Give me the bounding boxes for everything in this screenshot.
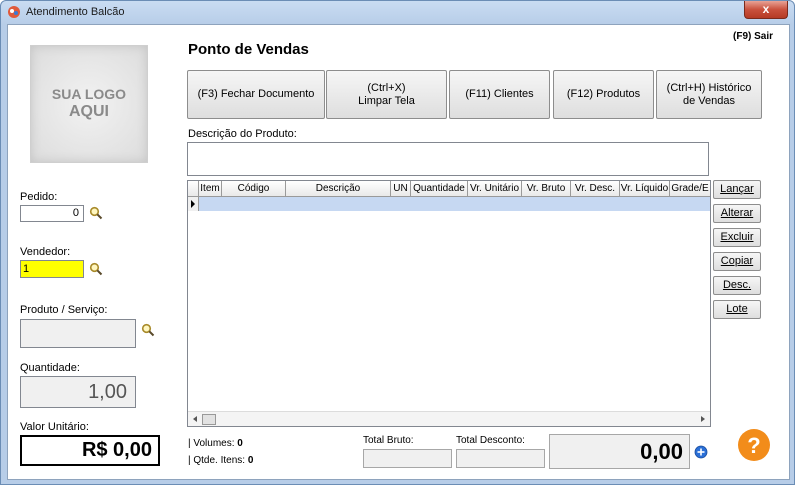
produtos-button[interactable]: (F12) Produtos [553, 70, 654, 119]
col-grade[interactable]: Grade/E [670, 181, 710, 196]
quantidade-field[interactable]: 1,00 [20, 376, 136, 408]
historico-label-2: de Vendas [683, 94, 735, 107]
grid-corner [188, 181, 199, 196]
col-descricao[interactable]: Descrição [286, 181, 391, 196]
vendedor-label: Vendedor: [20, 246, 71, 258]
total-desconto-label: Total Desconto: [456, 435, 525, 446]
col-un[interactable]: UN [391, 181, 411, 196]
valor-unitario-field[interactable]: R$ 0,00 [20, 435, 160, 466]
total-desconto-field[interactable] [456, 449, 545, 468]
lote-button[interactable]: Lote [713, 300, 761, 319]
grid-header: Item Código Descrição UN Quantidade Vr. … [188, 181, 710, 197]
desc-label: Desc. [722, 279, 752, 291]
total-bruto-label: Total Bruto: [363, 435, 414, 446]
lancar-label: Lançar [720, 183, 754, 195]
items-grid[interactable]: Item Código Descrição UN Quantidade Vr. … [187, 180, 711, 427]
close-button[interactable]: x [744, 1, 788, 19]
historico-vendas-button[interactable]: (Ctrl+H) Histórico de Vendas [656, 70, 762, 119]
excluir-label: Excluir [720, 231, 754, 243]
alterar-button[interactable]: Alterar [713, 204, 761, 223]
excluir-button[interactable]: Excluir [713, 228, 761, 247]
volumes-value: 0 [237, 438, 243, 449]
col-vr-bruto[interactable]: Vr. Bruto [522, 181, 571, 196]
search-icon[interactable] [89, 206, 103, 220]
help-icon[interactable]: ? [737, 428, 771, 462]
copiar-label: Copiar [720, 255, 754, 267]
volumes-label: | Volumes: [188, 438, 235, 449]
pedido-label: Pedido: [20, 191, 58, 203]
main-panel: SUA LOGO AQUI Ponto de Vendas (F9) Sair … [7, 24, 790, 480]
table-row[interactable] [188, 197, 710, 211]
search-icon[interactable] [141, 323, 155, 337]
exit-link[interactable]: (F9) Sair [733, 31, 773, 42]
title-bar: Atendimento Balcão x [1, 1, 794, 23]
col-quantidade[interactable]: Quantidade [411, 181, 468, 196]
total-bruto-field[interactable] [363, 449, 452, 468]
page-title: Ponto de Vendas [188, 41, 309, 58]
search-icon[interactable] [89, 262, 103, 276]
descricao-field[interactable] [187, 142, 709, 176]
scroll-right-icon[interactable] [698, 412, 708, 426]
logo-line1: SUA LOGO [51, 86, 127, 102]
clientes-label: (F11) Clientes [465, 88, 534, 100]
pedido-field[interactable]: 0 [20, 205, 84, 222]
logo-line2: AQUI [69, 103, 109, 120]
lote-label: Lote [726, 303, 748, 315]
horizontal-scrollbar[interactable] [188, 411, 710, 426]
scroll-left-icon[interactable] [190, 412, 200, 426]
vendedor-field[interactable]: 1 [20, 260, 84, 278]
valor-unitario-label: Valor Unitário: [20, 421, 89, 433]
col-vr-unitario[interactable]: Vr. Unitário [468, 181, 522, 196]
fechar-documento-button[interactable]: (F3) Fechar Documento [187, 70, 325, 119]
window-title: Atendimento Balcão [26, 6, 125, 18]
col-item[interactable]: Item [199, 181, 222, 196]
descricao-label: Descrição do Produto: [188, 128, 297, 140]
scroll-thumb[interactable] [202, 414, 216, 425]
row-indicator [188, 197, 199, 211]
clientes-button[interactable]: (F11) Clientes [449, 70, 550, 119]
limpar-tela-label-1: (Ctrl+X) [367, 81, 406, 94]
row-pointer-icon [191, 200, 195, 208]
limpar-tela-label-2: Limpar Tela [358, 94, 415, 107]
alterar-label: Alterar [720, 207, 754, 219]
copiar-button[interactable]: Copiar [713, 252, 761, 271]
total-value: 0,00 [549, 434, 690, 469]
col-codigo[interactable]: Código [222, 181, 286, 196]
col-vr-desc[interactable]: Vr. Desc. [571, 181, 620, 196]
historico-label-1: (Ctrl+H) Histórico [666, 81, 752, 94]
logo: SUA LOGO AQUI [30, 45, 148, 163]
produto-servico-field[interactable] [20, 319, 136, 348]
volumes-line: | Volumes: 0 [188, 438, 243, 449]
desc-button[interactable]: Desc. [713, 276, 761, 295]
itens-line: | Qtde. Itens: 0 [188, 455, 253, 466]
lancar-button[interactable]: Lançar [713, 180, 761, 199]
itens-label: | Qtde. Itens: [188, 455, 246, 466]
app-icon [8, 6, 20, 18]
produtos-label: (F12) Produtos [566, 88, 641, 100]
quantidade-label: Quantidade: [20, 362, 80, 374]
fechar-documento-label: (F3) Fechar Documento [197, 88, 315, 100]
itens-value: 0 [247, 455, 254, 466]
plus-circle-icon[interactable] [694, 445, 708, 459]
produto-servico-label: Produto / Serviço: [20, 304, 108, 316]
svg-text:?: ? [747, 433, 760, 458]
limpar-tela-button[interactable]: (Ctrl+X) Limpar Tela [326, 70, 447, 119]
application-window: Atendimento Balcão x SUA LOGO AQUI Ponto… [0, 0, 795, 485]
col-vr-liquido[interactable]: Vr. Líquido [620, 181, 670, 196]
